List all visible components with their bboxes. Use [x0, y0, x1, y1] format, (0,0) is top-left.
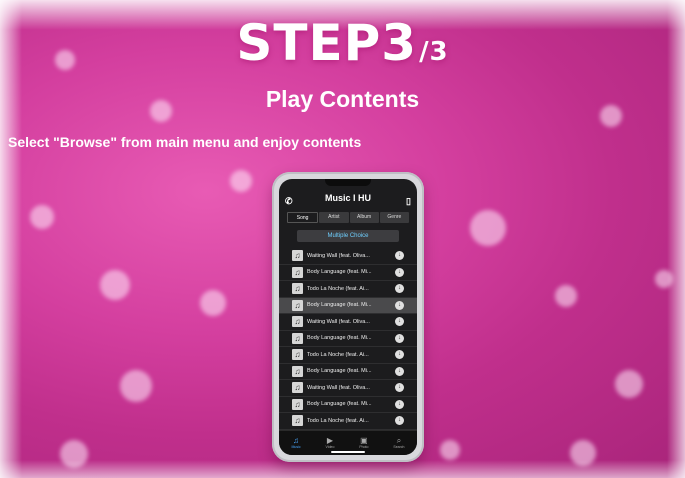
app-title: Music I HU [324, 193, 371, 203]
download-icon[interactable]: ↓ [395, 251, 404, 261]
multiple-choice-button[interactable]: Multiple Choice [297, 230, 399, 242]
music-note-icon: ♫ [292, 266, 303, 278]
music-note-icon: ♫ [292, 398, 303, 410]
video-icon: ▶ [326, 436, 334, 445]
bokeh-light [120, 370, 152, 402]
song-title: Body Language (feat. Mi... [307, 335, 372, 342]
song-title: Waiting Wall (feat. Oliva... [307, 384, 370, 391]
nav-label: Search [393, 445, 405, 449]
song-row[interactable]: ♫ Body Language (feat. Mi... ↓ [279, 397, 417, 413]
song-row[interactable]: ♫ Body Language (feat. Mi... ↓ [279, 265, 417, 281]
nav-label: Video [325, 445, 335, 449]
song-title: Waiting Wall (feat. Oliva... [307, 252, 370, 259]
download-icon[interactable]: ↓ [395, 284, 404, 294]
step-title-text: STEP3 [236, 14, 418, 72]
instruction-text: Select "Browse" from main menu and enjoy… [8, 134, 362, 150]
phone-icon[interactable]: ✆ [285, 192, 293, 210]
song-row[interactable]: ♫ Body Language (feat. Mi... ↓ [279, 331, 417, 347]
download-icon[interactable]: ↓ [395, 267, 404, 277]
download-icon[interactable]: ↓ [395, 399, 404, 409]
nav-video[interactable]: ▶ Video [326, 436, 335, 450]
nav-label: Photo [359, 445, 369, 449]
song-row[interactable]: ♫ Waiting Wall (feat. Oliva... ↓ [279, 314, 417, 331]
category-tabs: Song Artist Album Genre [287, 212, 409, 223]
tab-album[interactable]: Album [349, 212, 379, 223]
music-note-icon: ♫ [292, 316, 303, 328]
bokeh-light [30, 205, 54, 229]
song-title: Body Language (feat. Mi... [307, 269, 372, 276]
tab-song[interactable]: Song [287, 212, 319, 223]
bokeh-light [570, 440, 596, 466]
phone-icon[interactable]: ▯ [406, 192, 411, 210]
download-icon[interactable]: ↓ [395, 333, 404, 343]
photo-icon: ▣ [360, 436, 368, 445]
app-header: ✆ Music I HU ▯ [279, 189, 417, 207]
phone-mockup: ✆ Music I HU ▯ Song Artist Album Genre Mult… [272, 172, 424, 462]
nav-label: Music [291, 445, 301, 449]
nav-music[interactable]: ♫ Music [291, 436, 300, 450]
download-icon[interactable]: ↓ [395, 300, 404, 310]
bokeh-light [230, 170, 252, 192]
nav-photo[interactable]: ▣ Photo [359, 436, 368, 450]
download-icon[interactable]: ↓ [395, 416, 404, 426]
song-row[interactable]: ♫ Todo La Noche (feat. Ai... ↓ [279, 281, 417, 298]
music-note-icon: ♫ [292, 299, 303, 311]
phone-screen: ✆ Music I HU ▯ Song Artist Album Genre Mult… [279, 179, 417, 455]
music-note-icon: ♫ [292, 250, 303, 262]
bokeh-light [555, 285, 577, 307]
music-note-icon: ♫ [292, 349, 303, 361]
song-row[interactable]: ♫ Body Language (feat. Mi... ↓ [279, 297, 417, 314]
song-row[interactable]: ♫ Body Language (feat. Mi... ↓ [279, 364, 417, 380]
music-note-icon: ♫ [292, 415, 303, 427]
download-icon[interactable]: ↓ [395, 366, 404, 376]
download-icon[interactable]: ↓ [395, 383, 404, 393]
song-title: Todo La Noche (feat. Ai... [307, 351, 369, 358]
song-title: Body Language (feat. Mi... [307, 302, 372, 309]
bokeh-light [200, 290, 226, 316]
download-icon[interactable]: ↓ [395, 317, 404, 327]
search-icon: ⌕ [396, 436, 402, 445]
bokeh-light [615, 370, 643, 398]
song-row[interactable]: ♫ Waiting Wall (feat. Oliva... ↓ [279, 248, 417, 265]
song-title: Todo La Noche (feat. Ai... [307, 285, 369, 292]
song-title: Body Language (feat. Mi... [307, 368, 372, 375]
page-subtitle: Play Contents [265, 86, 420, 112]
song-list: ♫ Waiting Wall (feat. Oliva... ↓ ♫ Body Lang… [279, 248, 417, 430]
music-note-icon: ♫ [292, 365, 303, 377]
bokeh-light [470, 210, 506, 246]
step-fraction: /3 [419, 37, 449, 67]
song-row[interactable]: ♫ Todo La Noche (feat. Ai... ↓ [279, 347, 417, 364]
home-indicator [331, 451, 365, 453]
nav-search[interactable]: ⌕ Search [393, 436, 404, 450]
song-row[interactable]: ♫ Todo La Noche (feat. Ai... ↓ [279, 413, 417, 430]
music-note-icon: ♫ [292, 382, 303, 394]
bokeh-light [60, 440, 88, 468]
song-title: Body Language (feat. Mi... [307, 401, 372, 408]
phone-notch [325, 179, 371, 186]
song-row[interactable]: ♫ Waiting Wall (feat. Oliva... ↓ [279, 380, 417, 397]
tab-artist[interactable]: Artist [319, 212, 349, 223]
music-note-icon: ♫ [292, 283, 303, 295]
bokeh-light [440, 440, 460, 460]
tab-genre[interactable]: Genre [379, 212, 409, 223]
bokeh-light [100, 270, 130, 300]
song-title: Waiting Wall (feat. Oliva... [307, 318, 370, 325]
bokeh-light [655, 270, 673, 288]
step-title: STEP3/3 [0, 14, 685, 72]
download-icon[interactable]: ↓ [395, 350, 404, 360]
music-note-icon: ♫ [293, 436, 300, 445]
music-note-icon: ♫ [292, 332, 303, 344]
song-title: Todo La Noche (feat. Ai... [307, 417, 369, 424]
